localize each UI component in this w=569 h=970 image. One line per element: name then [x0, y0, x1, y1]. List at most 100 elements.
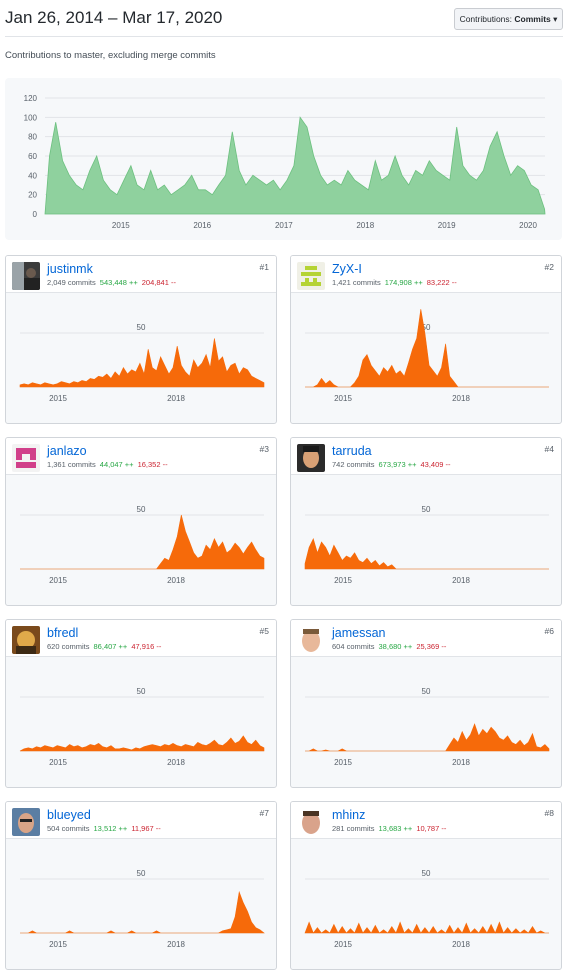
commit-count: 504 commits	[47, 824, 90, 833]
contributor-y-tick: 50	[137, 687, 146, 696]
contributor-y-tick: 50	[137, 505, 146, 514]
contributor-stats: 1,361 commits 44,047 ++ 16,352 --	[47, 460, 168, 469]
contributor-area	[19, 338, 265, 388]
contributor-rank: #3	[259, 444, 269, 454]
avatar[interactable]	[297, 262, 325, 290]
contributor-x-tick: 2015	[49, 394, 67, 403]
contributor-x-tick: 2018	[167, 394, 185, 403]
deletions-count: 25,369 --	[416, 642, 447, 651]
contributor-x-tick: 2015	[334, 576, 352, 585]
contributor-rank: #8	[544, 808, 554, 818]
contributor-name-link[interactable]: bfredl	[47, 626, 78, 640]
deletions-count: 11,967 --	[131, 824, 161, 833]
contributor-name-link[interactable]: blueyed	[47, 808, 91, 822]
contributor-name-link[interactable]: tarruda	[332, 444, 372, 458]
overview-x-tick: 2016	[193, 221, 211, 230]
additions-count: 174,908 ++	[384, 278, 423, 287]
contributor-y-tick: 50	[422, 505, 431, 514]
card-header: tarruda #4 742 commits 673,973 ++ 43,409 -…	[291, 438, 561, 475]
contributor-y-tick: 50	[137, 869, 146, 878]
avatar[interactable]	[12, 262, 40, 290]
contributor-x-tick: 2018	[452, 940, 470, 949]
contributor-chart[interactable]: 50 2015 2018	[6, 293, 276, 423]
contributor-chart[interactable]: 502015 2018	[6, 839, 276, 969]
commit-count: 620 commits	[47, 642, 90, 651]
commit-count: 742 commits	[332, 460, 375, 469]
contributions-select-button[interactable]: Contributions: Commits ▾	[454, 8, 563, 30]
overview-chart-svg: 0 20 40 60 80 100 120 2015 2016 2017 2018 2019 2020	[24, 94, 546, 230]
contributor-x-tick: 2015	[49, 576, 67, 585]
commit-count: 1,421 commits	[332, 278, 381, 287]
contributor-name-link[interactable]: ZyX-I	[332, 262, 362, 276]
avatar[interactable]	[12, 626, 40, 654]
page-header: Jan 26, 2014 – Mar 17, 2020 Contribution…	[0, 0, 569, 38]
additions-count: 13,683 ++	[378, 824, 413, 833]
contributor-chart[interactable]: 50 2015 2018	[291, 839, 561, 969]
overview-x-tick: 2018	[356, 221, 374, 230]
contributor-name-link[interactable]: mhinz	[332, 808, 365, 822]
contributor-x-tick: 2018	[452, 394, 470, 403]
card-header: blueyed #7 504 commits 13,512 ++ 11,967 --	[6, 802, 276, 839]
contributor-area	[19, 735, 265, 752]
avatar[interactable]	[12, 808, 40, 836]
commit-count: 1,361 commits	[47, 460, 96, 469]
contributor-stats: 1,421 commits 174,908 ++ 83,222 --	[332, 278, 457, 287]
avatar[interactable]	[297, 444, 325, 472]
overview-y-tick: 40	[28, 171, 37, 180]
contributions-select-label: Contributions:	[459, 14, 513, 24]
overview-y-tick: 20	[28, 191, 37, 200]
overview-y-tick: 120	[24, 94, 38, 103]
contributor-y-tick: 50	[422, 869, 431, 878]
contributor-rank: #6	[544, 626, 554, 636]
additions-count: 44,047 ++	[99, 460, 134, 469]
deletions-count: 10,787 --	[416, 824, 447, 833]
overview-y-tick: 100	[24, 113, 38, 122]
contributor-rank: #7	[259, 808, 269, 818]
deletions-count: 47,916 --	[131, 642, 162, 651]
deletions-count: 43,409 --	[420, 460, 451, 469]
contributor-card-janlazo: janlazo #3 1,361 commits 44,047 ++ 16,352 …	[5, 437, 277, 606]
overview-y-tick: 0	[33, 210, 38, 219]
contributor-stats: 2,049 commits 543,448 ++ 204,841 --	[47, 278, 176, 287]
contributor-area	[304, 537, 549, 570]
overview-chart[interactable]: 0 20 40 60 80 100 120 2015 2016 2017 2018 2019 2020	[5, 78, 562, 240]
chevron-down-icon: ▾	[553, 14, 558, 24]
avatar[interactable]	[297, 808, 325, 836]
additions-count: 543,448 ++	[99, 278, 138, 287]
contributor-x-tick: 2018	[167, 940, 185, 949]
avatar[interactable]	[12, 444, 40, 472]
overview-x-tick: 2020	[519, 221, 537, 230]
contributor-stats: 504 commits 13,512 ++ 11,967 --	[47, 824, 161, 833]
contributor-chart[interactable]: 502015 2018	[291, 293, 561, 423]
contributor-card-justinmk: justinmk #1 2,049 commits 543,448 ++ 204,8…	[5, 255, 277, 424]
contributor-chart[interactable]: 502015 2018	[6, 657, 276, 787]
commit-count: 281 commits	[332, 824, 375, 833]
contributor-card-tarruda: tarruda #4 742 commits 673,973 ++ 43,409 -…	[290, 437, 562, 606]
contributions-select-value: Commits	[514, 14, 551, 24]
overview-y-tick: 80	[28, 133, 37, 142]
card-header: mhinz #8 281 commits 13,683 ++ 10,787 --	[291, 802, 561, 839]
commit-count: 604 commits	[332, 642, 375, 651]
contributor-area	[305, 723, 550, 752]
commit-count: 2,049 commits	[47, 278, 96, 287]
contributor-chart[interactable]: 502015 2018	[291, 657, 561, 787]
contributor-name-link[interactable]: jamessan	[332, 626, 386, 640]
contributor-chart[interactable]: 502015 2018	[6, 475, 276, 605]
contributor-x-tick: 2015	[334, 940, 352, 949]
contributor-rank: #5	[259, 626, 269, 636]
contributor-y-tick: 50	[137, 323, 146, 332]
deletions-count: 83,222 --	[426, 278, 457, 287]
avatar[interactable]	[297, 626, 325, 654]
contributor-name-link[interactable]: janlazo	[47, 444, 87, 458]
contributor-area	[20, 514, 265, 570]
contributor-x-tick: 2018	[452, 758, 470, 767]
contributor-chart[interactable]: 502015 2018	[291, 475, 561, 605]
additions-count: 673,973 ++	[378, 460, 417, 469]
card-header: justinmk #1 2,049 commits 543,448 ++ 204,8…	[6, 256, 276, 293]
contributor-card-blueyed: blueyed #7 504 commits 13,512 ++ 11,967 --…	[5, 801, 277, 970]
contributor-rank: #1	[259, 262, 269, 272]
additions-count: 86,407 ++	[93, 642, 128, 651]
contributor-stats: 604 commits 38,680 ++ 25,369 --	[332, 642, 446, 651]
deletions-count: 204,841 --	[141, 278, 176, 287]
contributor-name-link[interactable]: justinmk	[47, 262, 93, 276]
